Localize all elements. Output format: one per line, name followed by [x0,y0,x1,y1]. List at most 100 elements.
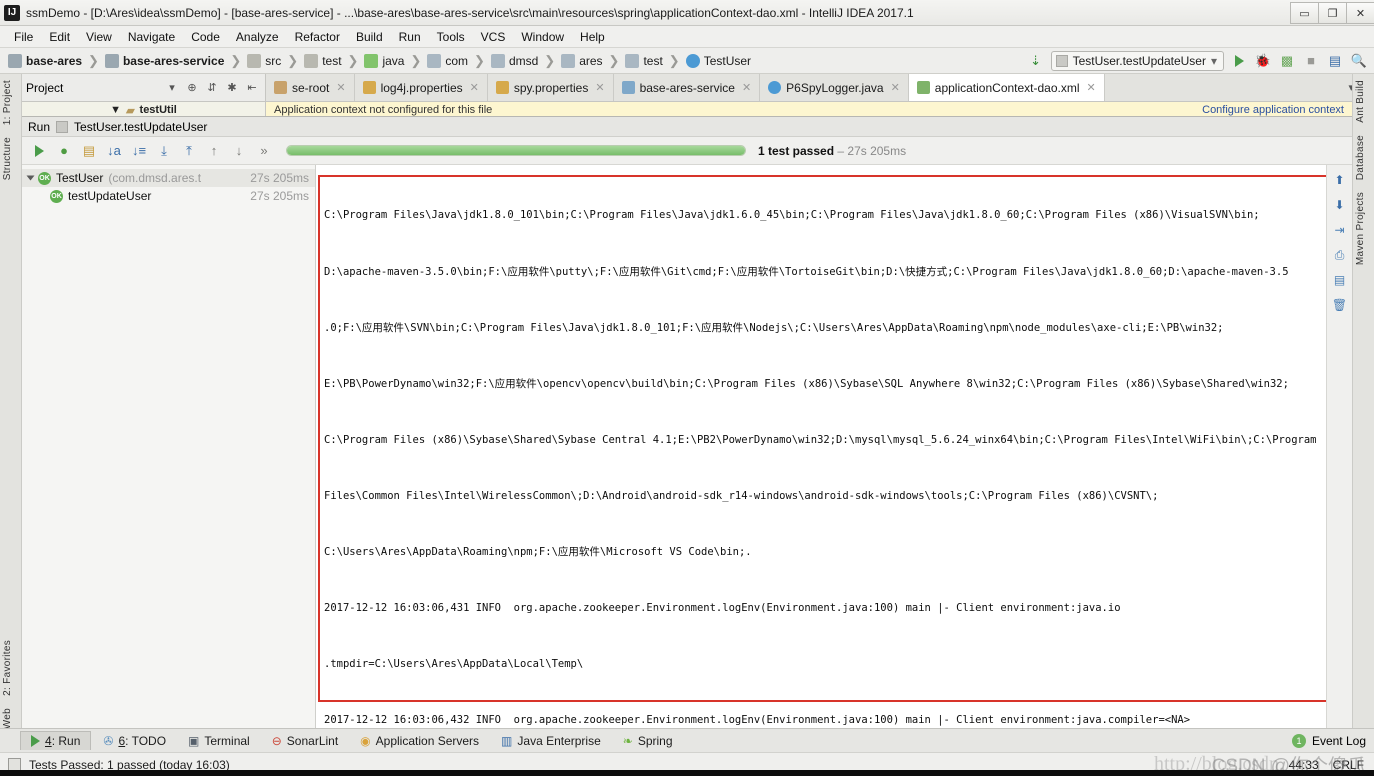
print-icon[interactable]: ⎙ [1331,246,1349,264]
console-line: .tmpdir=C:\Users\Ares\AppData\Local\Temp… [324,658,584,671]
soft-wrap-icon[interactable]: ⇥ [1331,221,1349,239]
breadcrumb-test-pkg[interactable]: test [623,53,664,68]
test-class-name: TestUser [56,171,104,185]
menu-navigate[interactable]: Navigate [120,28,183,46]
bottom-tab-todo[interactable]: ✇ 6: TODO [93,732,176,750]
editor-tab-se-root[interactable]: se-root ✕ [266,74,355,101]
collapse-icon[interactable]: ⇵ [205,81,219,95]
bottom-tab-application-servers[interactable]: ◉ Application Servers [350,732,489,750]
event-log-label[interactable]: Event Log [1312,734,1366,748]
more-options-icon[interactable]: » [253,140,275,162]
update-project-icon[interactable]: ⇣ [1027,52,1045,70]
editor-tab-base-ares-service[interactable]: base-ares-service ✕ [613,74,761,101]
show-ignored-icon[interactable]: ▤ [78,140,100,162]
console-output-panel[interactable]: C:\Program Files\Java\jdk1.8.0_101\bin;C… [316,165,1352,728]
close-button[interactable]: ✕ [1346,2,1374,24]
search-icon[interactable]: 🔍 [1350,52,1368,70]
close-icon[interactable]: ✕ [891,81,900,94]
test-results-tree: OK TestUser (com.dmsd.ares.t 27s 205ms O… [22,165,316,728]
breadcrumb-testuser[interactable]: TestUser [684,53,753,68]
editor-tab-p6spylogger-java[interactable]: P6SpyLogger.java ✕ [760,74,909,101]
chevron-expand-icon[interactable] [26,175,35,181]
project-tree-node-label[interactable]: testUtil [140,104,177,116]
menu-file[interactable]: File [6,28,41,46]
menu-analyze[interactable]: Analyze [228,28,287,46]
editor-tab-log4j-properties[interactable]: log4j.properties ✕ [354,74,488,101]
breadcrumb-java[interactable]: java [362,53,406,68]
tool-strip-project[interactable]: 1: Project [0,74,15,131]
clear-all-icon[interactable]: ▤ [1331,271,1349,289]
menu-run[interactable]: Run [391,28,429,46]
close-icon[interactable]: ✕ [336,81,345,94]
tool-strip-database[interactable]: Database [1353,129,1368,186]
chevron-down-icon[interactable]: ▾ [1211,54,1217,68]
breadcrumb-src[interactable]: src [245,53,283,68]
coverage-icon[interactable]: ▩ [1278,52,1296,70]
stop-icon[interactable]: ■ [1302,52,1320,70]
project-panel-title: Project [26,80,64,95]
breadcrumb-com[interactable]: com [425,53,470,68]
tool-strip-structure[interactable]: Structure [0,131,15,186]
prev-failed-test-icon[interactable]: ↑ [203,140,225,162]
sort-alphabetically-icon[interactable]: ↓a [103,140,125,162]
menu-code[interactable]: Code [183,28,228,46]
close-icon[interactable]: ✕ [595,81,604,94]
bottom-tab-java-enterprise[interactable]: ▥ Java Enterprise [491,732,611,750]
breadcrumb-ares[interactable]: ares [559,53,604,68]
tool-strip-ant-build[interactable]: Ant Build [1353,74,1368,129]
target-icon[interactable]: ⊕ [185,81,199,95]
menu-window[interactable]: Window [513,28,572,46]
breadcrumb-label: test [322,53,342,68]
menu-tools[interactable]: Tools [429,28,473,46]
package-icon [561,53,576,68]
maximize-button[interactable]: ❐ [1318,2,1347,24]
breadcrumb-base-ares-service[interactable]: base-ares-service [103,53,226,68]
tool-strip-favorites[interactable]: 2: Favorites [0,634,15,702]
menu-view[interactable]: View [78,28,120,46]
configure-application-context-link[interactable]: Configure application context [1202,104,1344,116]
event-log-area[interactable]: 1 Event Log [1291,733,1374,748]
breadcrumb-base-ares[interactable]: base-ares [6,53,84,68]
test-tree-row-testuser[interactable]: OK TestUser (com.dmsd.ares.t 27s 205ms [22,169,315,187]
breadcrumb-test[interactable]: test [302,53,343,68]
run-configuration-selector[interactable]: TestUser.testUpdateUser ▾ [1050,50,1224,71]
bottom-tab-sonarlint[interactable]: ⊖ SonarLint [262,732,348,750]
menu-vcs[interactable]: VCS [473,28,514,46]
run-icon[interactable] [1230,52,1248,70]
close-icon[interactable]: ✕ [470,81,479,94]
collapse-all-icon[interactable]: ⤒ [178,140,200,162]
editor-tab-applicationcontext-dao-xml[interactable]: applicationContext-dao.xml ✕ [908,74,1105,101]
menu-help[interactable]: Help [572,28,613,46]
sonarlint-icon: ⊖ [271,733,282,748]
toggle-passed-tests-icon[interactable]: ● [53,140,75,162]
hide-icon[interactable]: ⇤ [245,81,259,95]
debug-icon[interactable]: 🐞 [1254,52,1272,70]
chevron-down-icon[interactable]: ▾ [165,81,179,95]
next-failed-test-icon[interactable]: ↓ [228,140,250,162]
bottom-tab-terminal[interactable]: ▣ Terminal [178,732,260,750]
menu-build[interactable]: Build [348,28,391,46]
scroll-up-icon[interactable]: ⬆ [1331,171,1349,189]
layout-icon[interactable]: ▤ [1326,52,1344,70]
scroll-down-icon[interactable]: ⬇ [1331,196,1349,214]
sort-by-duration-icon[interactable]: ↓≡ [128,140,150,162]
bottom-tab-label: Application Servers [375,733,480,748]
tool-strip-maven-projects[interactable]: Maven Projects [1353,186,1368,271]
menu-edit[interactable]: Edit [41,28,78,46]
editor-tab-spy-properties[interactable]: spy.properties ✕ [487,74,614,101]
breadcrumb-label: java [382,53,405,68]
minimize-button[interactable]: ▭ [1290,2,1319,24]
chevron-down-icon[interactable]: ▼ [110,104,121,116]
close-icon[interactable]: ✕ [1087,81,1096,94]
menu-refactor[interactable]: Refactor [287,28,348,46]
bottom-tab-run[interactable]: 4: Run [20,731,92,750]
settings-gear-icon[interactable]: ✱ [225,81,239,95]
breadcrumb-dmsd[interactable]: dmsd [489,53,540,68]
breadcrumb-separator: ❯ [544,52,556,68]
expand-all-icon[interactable]: ⤓ [153,140,175,162]
bottom-tab-spring[interactable]: ❧ Spring [613,732,683,750]
rerun-icon[interactable] [28,140,50,162]
trash-icon[interactable]: 🗑 [1331,296,1349,314]
test-tree-row-testupdateuser[interactable]: OK testUpdateUser 27s 205ms [22,187,315,205]
close-icon[interactable]: ✕ [742,81,751,94]
